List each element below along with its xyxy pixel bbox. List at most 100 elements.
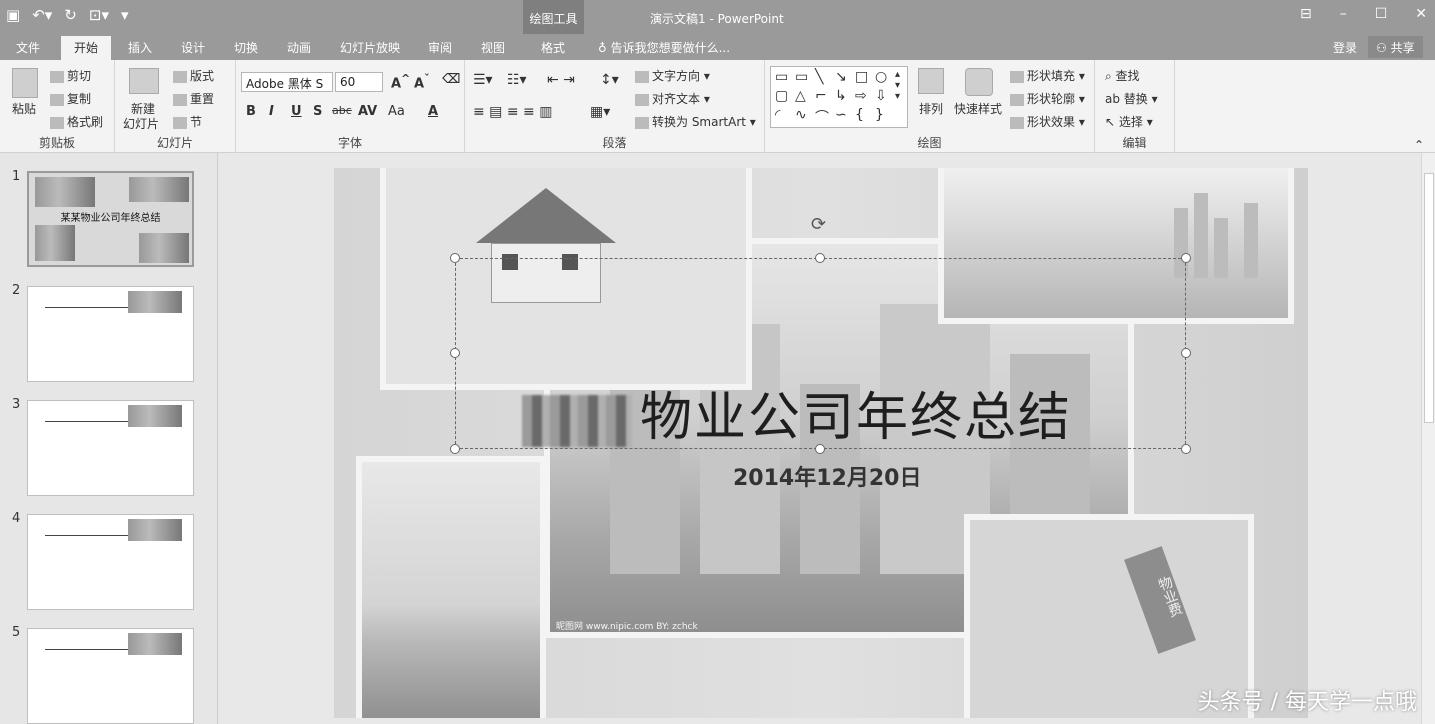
char-spacing-button[interactable]: AV	[358, 104, 377, 119]
scrollbar-thumb[interactable]	[1424, 173, 1434, 423]
tab-design[interactable]: 设计	[181, 39, 205, 56]
resize-handle[interactable]	[1181, 253, 1191, 263]
paste-button[interactable]: 粘贴	[12, 100, 36, 117]
font-color-button[interactable]: A	[428, 104, 438, 119]
tell-me-search[interactable]: ♁ 告诉我您想要做什么...	[598, 39, 730, 56]
rounded-rect-shape-icon[interactable]: ▢	[775, 88, 788, 104]
repeat-icon[interactable]: ↻	[64, 6, 77, 24]
quick-styles-button[interactable]: 快速样式	[954, 100, 1002, 117]
vertical-scrollbar[interactable]	[1421, 153, 1435, 724]
quick-styles-icon[interactable]	[965, 68, 993, 96]
bold-button[interactable]: B	[246, 104, 256, 119]
elbow-connector-icon[interactable]: ⌐	[815, 88, 827, 104]
wave-shape-icon[interactable]: ∽	[835, 107, 847, 123]
right-arrow-shape-icon[interactable]: ⇨	[855, 88, 867, 104]
align-text-button[interactable]: 对齐文本 ▾	[635, 90, 710, 107]
find-button[interactable]: ⌕ 查找	[1105, 67, 1140, 84]
tab-home[interactable]: 开始	[61, 36, 112, 60]
resize-handle[interactable]	[450, 253, 460, 263]
brace-left-icon[interactable]: {	[855, 107, 864, 123]
slide-subtitle[interactable]: 2014年12月20日	[733, 460, 921, 492]
tab-transitions[interactable]: 切换	[234, 39, 258, 56]
down-arrow-shape-icon[interactable]: ⇩	[875, 88, 887, 104]
customize-qat-icon[interactable]: ▾	[121, 6, 129, 24]
line-spacing-icon[interactable]: ↕▾	[600, 72, 619, 88]
line-shape-icon[interactable]: ╲	[815, 69, 823, 85]
shape-effects-button[interactable]: 形状效果 ▾	[1010, 113, 1085, 130]
elbow-arrow-icon[interactable]: ↳	[835, 88, 847, 104]
font-size-combo[interactable]: 60	[335, 72, 383, 92]
smartart-button[interactable]: 转换为 SmartArt ▾	[635, 113, 756, 130]
gallery-scroll-icon[interactable]: ▴ ▾ ▾	[895, 69, 900, 102]
tab-animations[interactable]: 动画	[287, 39, 311, 56]
save-icon[interactable]: ▣	[6, 6, 20, 24]
shadow-button[interactable]: S	[313, 104, 322, 119]
strikethrough-button[interactable]: abc	[332, 104, 352, 117]
numbering-icon[interactable]: ☷▾	[507, 72, 527, 88]
arrow-shape-icon[interactable]: ↘	[835, 69, 847, 85]
tab-view[interactable]: 视图	[481, 39, 505, 56]
paste-icon[interactable]	[12, 68, 38, 98]
tab-review[interactable]: 审阅	[428, 39, 452, 56]
close-icon[interactable]: ✕	[1415, 6, 1427, 22]
change-case-button[interactable]: Aa	[388, 104, 405, 119]
brace-right-icon[interactable]: }	[875, 107, 884, 123]
slide-title[interactable]: 物业公司年终总结	[522, 375, 1072, 450]
tab-slideshow[interactable]: 幻灯片放映	[340, 39, 400, 56]
triangle-shape-icon[interactable]: △	[795, 88, 806, 104]
oval-shape-icon[interactable]: ○	[875, 69, 887, 85]
shape-fill-button[interactable]: 形状填充 ▾	[1010, 67, 1085, 84]
arrange-icon[interactable]	[918, 68, 944, 94]
resize-handle[interactable]	[450, 444, 460, 454]
rect-shape-icon[interactable]: □	[855, 69, 868, 85]
share-button[interactable]: ⚇ 共享	[1368, 36, 1423, 58]
text-direction-button[interactable]: 文字方向 ▾	[635, 67, 710, 84]
new-slide-label-2[interactable]: 幻灯片	[123, 115, 159, 132]
present-icon[interactable]: ⊡▾	[89, 6, 109, 24]
ribbon-display-icon[interactable]: ⊟	[1300, 6, 1312, 22]
slide-thumbnail-2[interactable]	[27, 286, 194, 382]
arc-shape-icon[interactable]: ⌒	[815, 107, 829, 127]
login-link[interactable]: 登录	[1333, 39, 1357, 56]
slide-thumbnail-4[interactable]	[27, 514, 194, 610]
resize-handle[interactable]	[1181, 348, 1191, 358]
italic-button[interactable]: I	[269, 104, 274, 119]
arrange-button[interactable]: 排列	[919, 100, 943, 117]
shrink-font-icon[interactable]: Aˇ	[414, 72, 429, 91]
resize-handle[interactable]	[450, 348, 460, 358]
vtextbox-shape-icon[interactable]: ▭	[795, 69, 808, 85]
maximize-icon[interactable]: ☐	[1375, 6, 1388, 22]
select-button[interactable]: ↖ 选择 ▾	[1105, 113, 1153, 130]
align-icons[interactable]: ≡ ▤ ≡ ≡ ▥	[473, 104, 552, 120]
tab-insert[interactable]: 插入	[128, 39, 152, 56]
columns-icon[interactable]: ▦▾	[590, 104, 610, 120]
layout-button[interactable]: 版式	[173, 67, 214, 84]
replace-button[interactable]: ab 替换 ▾	[1105, 90, 1158, 107]
cut-button[interactable]: 剪切	[50, 67, 91, 84]
minimize-icon[interactable]: –	[1340, 6, 1347, 22]
font-name-combo[interactable]: Adobe 黑体 S	[241, 72, 333, 92]
section-button[interactable]: 节	[173, 113, 202, 130]
format-painter-button[interactable]: 格式刷	[50, 113, 103, 130]
grow-font-icon[interactable]: A^	[391, 72, 410, 91]
tab-file[interactable]: 文件	[16, 39, 40, 56]
slide-thumbnail-3[interactable]	[27, 400, 194, 496]
rotate-handle-icon[interactable]: ⟳	[811, 214, 826, 235]
indent-icons[interactable]: ⇤ ⇥	[547, 72, 575, 88]
new-slide-icon[interactable]	[129, 68, 159, 94]
tab-format[interactable]: 格式	[541, 39, 565, 56]
copy-button[interactable]: 复制	[50, 90, 91, 107]
bullets-icon[interactable]: ☰▾	[473, 72, 493, 88]
resize-handle[interactable]	[815, 253, 825, 263]
slide-thumbnail-5[interactable]	[27, 628, 194, 724]
textbox-shape-icon[interactable]: ▭	[775, 69, 788, 85]
collapse-ribbon-icon[interactable]: ⌃	[1414, 138, 1424, 152]
undo-icon[interactable]: ↶▾	[32, 6, 52, 24]
resize-handle[interactable]	[1181, 444, 1191, 454]
shape-outline-button[interactable]: 形状轮廓 ▾	[1010, 90, 1085, 107]
shapes-gallery[interactable]: ▭ ▭ ╲ ↘ □ ○ ▢ △ ⌐ ↳ ⇨ ⇩ ◜ ∿ ⌒ ∽ { } ▴ ▾ ▾	[770, 66, 908, 128]
curve-shape-icon[interactable]: ∿	[795, 107, 807, 123]
underline-button[interactable]: U	[291, 104, 302, 119]
slide-thumbnail-1[interactable]: 某某物业公司年终总结	[27, 171, 194, 267]
reset-button[interactable]: 重置	[173, 90, 214, 107]
